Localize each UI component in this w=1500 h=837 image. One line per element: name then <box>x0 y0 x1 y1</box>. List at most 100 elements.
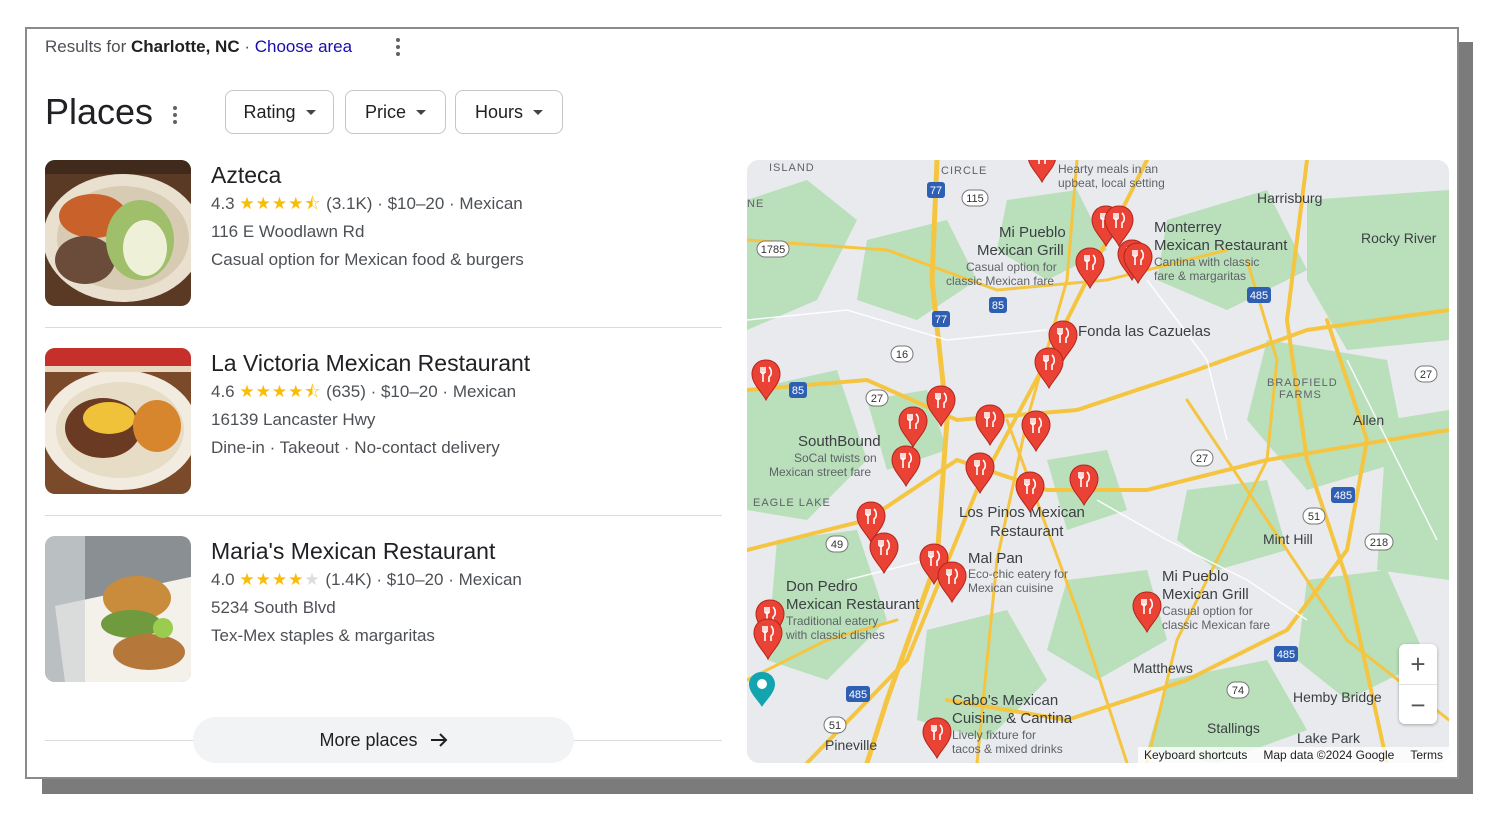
category: Mexican <box>458 570 522 589</box>
shield-label: 16 <box>896 349 908 361</box>
town-label: Allen <box>1353 412 1384 428</box>
hours-filter-label: Hours <box>474 101 523 122</box>
rating-filter-button[interactable]: Rating <box>225 90 334 134</box>
place-label: Mexican Restaurant <box>1154 237 1288 254</box>
rating-line: 4.6 ★★★★⯪ (635) · $10–20 · Mexican <box>211 382 517 401</box>
place-label: Mal Pan <box>968 550 1023 567</box>
place-info: Maria's Mexican Restaurant 4.0 ★★★★★ (1.… <box>211 536 522 650</box>
town-label: Lake Park <box>1297 730 1361 746</box>
state-shield: 74 <box>1226 681 1250 699</box>
category: Mexican <box>452 382 517 401</box>
more-places-button[interactable]: More places <box>193 717 574 763</box>
price-range: $10–20 <box>387 194 445 213</box>
map-data-label: Map data ©2024 Google <box>1263 748 1395 762</box>
divider <box>45 327 722 328</box>
rating-value: 4.6 <box>211 382 235 401</box>
place-info: La Victoria Mexican Restaurant 4.6 ★★★★⯪… <box>211 348 530 462</box>
price-filter-label: Price <box>364 101 406 122</box>
results-location-line: Results for Charlotte, NC · Choose area <box>45 37 352 57</box>
place-label: Mi Pueblo <box>1162 568 1229 585</box>
place-label: Los Pinos Mexican <box>959 504 1085 521</box>
interstate-shield: 77 <box>932 311 950 327</box>
place-description: Dine-in · Takeout · No-contact delivery <box>211 438 500 457</box>
place-name[interactable]: Azteca <box>211 160 524 190</box>
place-name[interactable]: Maria's Mexican Restaurant <box>211 536 522 566</box>
shield-label: 27 <box>871 393 883 405</box>
place-label: Mexican Grill <box>1162 586 1249 603</box>
price-range: $10–20 <box>380 382 438 401</box>
choose-area-link[interactable]: Choose area <box>255 37 352 56</box>
map[interactable]: 77 115 1785 77 85 16 85 27 485 27 27 485… <box>747 160 1449 763</box>
town-label: Harrisburg <box>1257 190 1322 206</box>
place-description: Casual option for Mexican food & burgers <box>211 250 524 269</box>
place-description-label: Mexican cuisine <box>968 581 1054 595</box>
place-description-label: Lively fixture for <box>952 728 1036 742</box>
shield-label: 485 <box>1277 649 1295 661</box>
area-label: ISLAND <box>769 162 815 174</box>
town-label: Stallings <box>1207 720 1260 736</box>
map-attribution: Keyboard shortcuts Map data ©2024 Google… <box>1138 747 1449 763</box>
interstate-shield: 77 <box>927 182 945 198</box>
rating-value: 4.3 <box>211 194 235 213</box>
rating-value: 4.0 <box>211 570 235 589</box>
place-address: 5234 South Blvd <box>211 598 336 617</box>
town-label: Matthews <box>1133 660 1193 676</box>
place-listing-azteca[interactable]: Azteca 4.3 ★★★★⯪ (3.1K) · $10–20 · Mexic… <box>45 160 722 310</box>
place-description-label: Eco-chic eatery for <box>968 567 1068 581</box>
place-description-label: with classic dishes <box>785 628 885 642</box>
shield-label: 77 <box>930 185 942 197</box>
chevron-down-icon <box>533 109 543 115</box>
place-description-label: Casual option for <box>1162 604 1253 618</box>
place-label: Fonda las Cazuelas <box>1078 323 1211 340</box>
place-listing-la-victoria[interactable]: La Victoria Mexican Restaurant 4.6 ★★★★⯪… <box>45 348 722 498</box>
interstate-shield: 485 <box>1247 287 1271 303</box>
terms-link[interactable]: Terms <box>1410 747 1443 763</box>
shield-label: 49 <box>831 539 843 551</box>
place-label: Mexican Grill <box>977 242 1064 259</box>
location-name: Charlotte, NC <box>130 37 240 56</box>
divider <box>45 515 722 516</box>
places-menu-icon[interactable] <box>173 106 177 124</box>
place-description-label: Mexican street fare <box>769 465 871 479</box>
shield-label: 77 <box>935 314 947 326</box>
place-photo[interactable] <box>45 348 191 494</box>
place-description-label: Hearty meals in an <box>1058 162 1158 176</box>
state-shield: 51 <box>1302 507 1326 525</box>
zoom-in-button[interactable]: + <box>1399 644 1437 684</box>
arrow-right-icon <box>430 733 447 747</box>
hours-filter-button[interactable]: Hours <box>455 90 563 134</box>
separator: · <box>244 37 251 56</box>
shield-label: 51 <box>829 720 841 732</box>
place-label: Cuisine & Cantina <box>952 710 1073 727</box>
place-label: Monterrey <box>1154 219 1222 236</box>
more-places-label: More places <box>319 729 418 750</box>
place-photo[interactable] <box>45 160 191 306</box>
category: Mexican <box>459 194 523 213</box>
zoom-controls: + − <box>1399 644 1437 724</box>
more-options-icon[interactable] <box>396 38 400 56</box>
state-shield: 1785 <box>756 240 790 258</box>
star-rating: ★★★★⯪ <box>239 382 322 401</box>
place-photo[interactable] <box>45 536 191 682</box>
place-label: Mexican Restaurant <box>786 596 920 613</box>
place-description-label: Casual option for <box>966 260 1057 274</box>
keyboard-shortcuts-link[interactable]: Keyboard shortcuts <box>1144 747 1247 763</box>
shield-label: 1785 <box>761 244 785 256</box>
star-rating: ★★★★ <box>239 570 305 589</box>
area-label: CIRCLE <box>941 165 987 177</box>
review-count: (3.1K) <box>326 194 373 213</box>
place-name[interactable]: La Victoria Mexican Restaurant <box>211 348 530 378</box>
town-label: Rocky River <box>1361 230 1437 246</box>
rating-filter-label: Rating <box>243 101 296 122</box>
area-label: EAGLE LAKE <box>753 497 831 509</box>
interstate-shield: 485 <box>846 686 870 702</box>
state-shield: 27 <box>1414 365 1438 383</box>
price-filter-button[interactable]: Price <box>345 90 446 134</box>
place-label: Cabo's Mexican <box>952 692 1058 709</box>
star-rating: ★★★★⯪ <box>239 194 322 213</box>
state-shield: 16 <box>890 345 914 363</box>
zoom-out-button[interactable]: − <box>1399 684 1437 725</box>
place-label: SouthBound <box>798 433 881 450</box>
results-prefix: Results for <box>45 37 127 56</box>
place-listing-marias[interactable]: Maria's Mexican Restaurant 4.0 ★★★★★ (1.… <box>45 536 722 686</box>
